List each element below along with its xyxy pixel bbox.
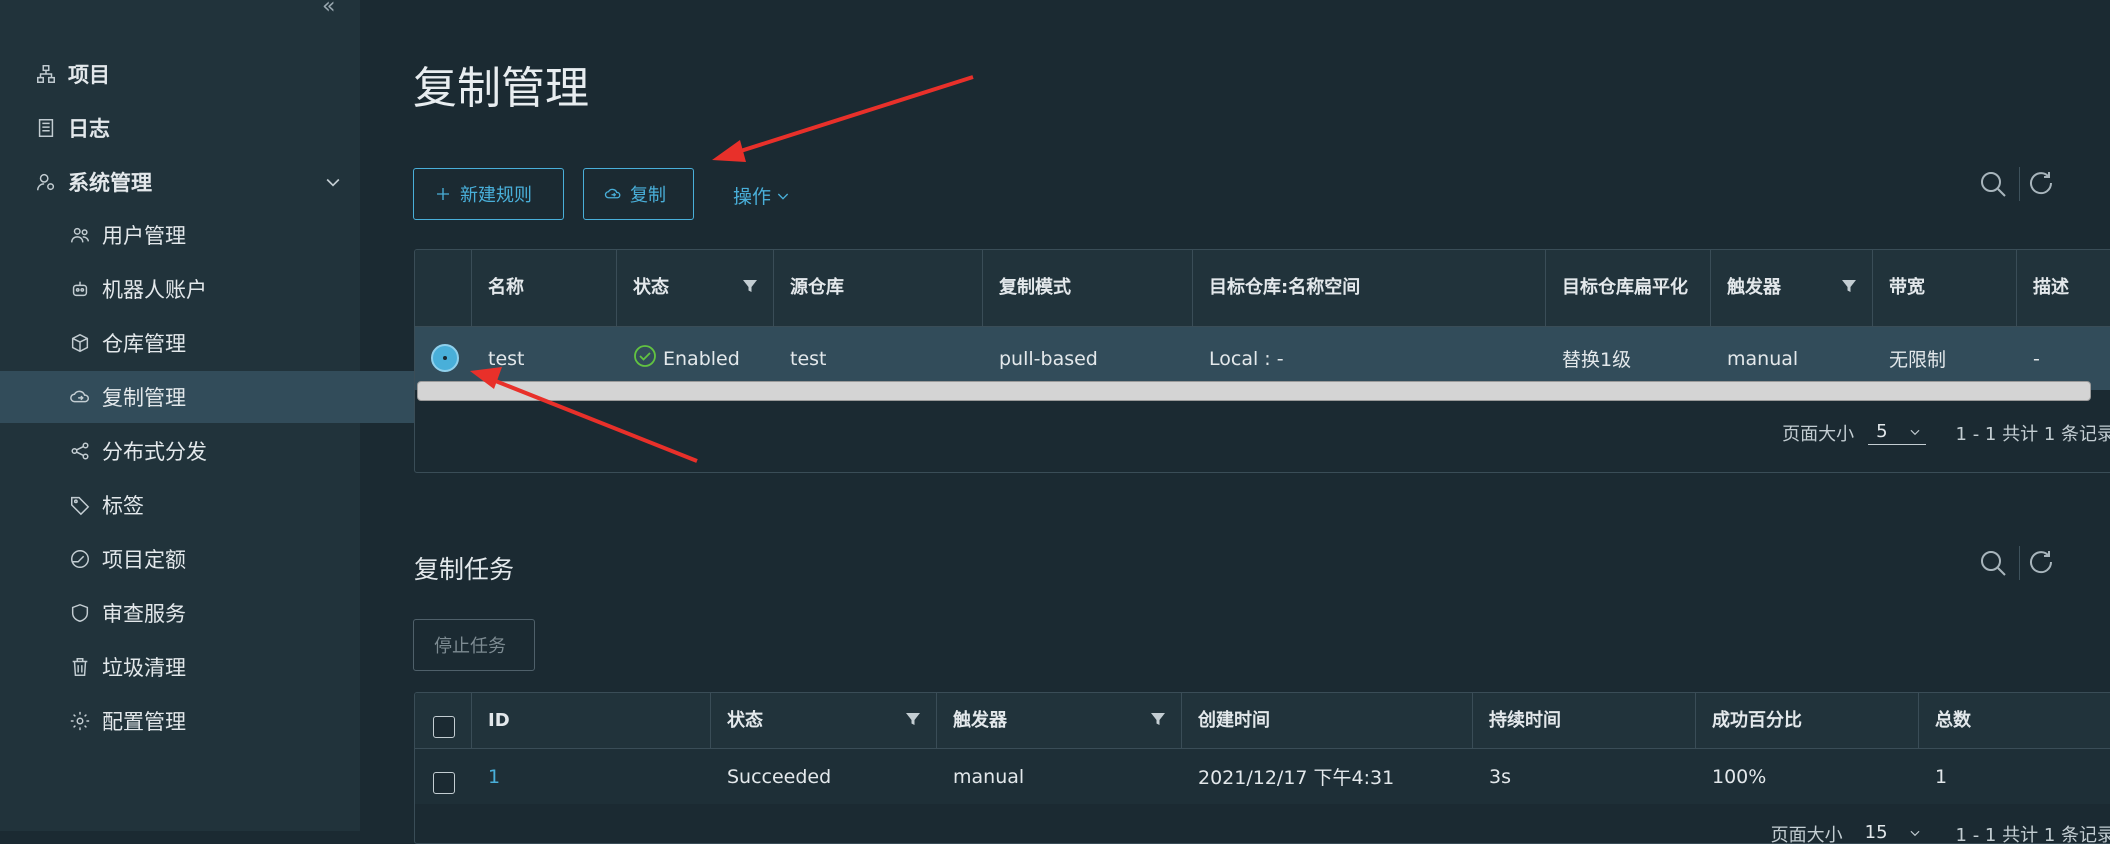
grid-header: ID 状态 触发器 创建时间 持续时间 成功百分比 总数 xyxy=(415,693,2110,749)
registry-icon xyxy=(68,331,92,355)
column-header-source[interactable]: 源仓库 xyxy=(773,250,982,326)
sidebar-item-logs[interactable]: 日志 xyxy=(0,102,394,154)
search-icon[interactable] xyxy=(1979,170,2007,198)
pagination-summary: 1 - 1 共计 1 条记录 xyxy=(1955,424,2110,445)
sidebar-item-label: 垃圾清理 xyxy=(102,656,186,680)
row-checkbox[interactable] xyxy=(433,772,455,794)
quota-icon xyxy=(68,547,92,571)
actions-dropdown[interactable]: 操作 xyxy=(733,182,791,209)
page-size-select[interactable]: 5 xyxy=(1868,421,1926,445)
plus-icon xyxy=(437,188,449,200)
filter-icon[interactable] xyxy=(1842,277,1856,299)
column-header-status[interactable]: 状态 xyxy=(616,250,773,326)
page-size-select[interactable]: 15 xyxy=(1857,822,1926,843)
sidebar-item-label: 分布式分发 xyxy=(102,440,207,464)
sidebar-item-label: 日志 xyxy=(68,117,110,141)
chevron-down-icon[interactable] xyxy=(323,172,343,197)
robot-icon xyxy=(68,277,92,301)
row-select-radio[interactable] xyxy=(431,344,459,372)
horizontal-scrollbar[interactable] xyxy=(417,381,2091,401)
replication-icon xyxy=(68,385,92,409)
main-content: 复制管理 新建规则 复制 操作 名称 状态 源仓库 复制模式 目标仓库:名称空间… xyxy=(360,0,2110,844)
filter-icon[interactable] xyxy=(1151,710,1165,732)
sidebar-item-label: 项目 xyxy=(68,63,110,87)
column-header-status[interactable]: 状态 xyxy=(710,693,936,748)
stop-task-button[interactable]: 停止任务 xyxy=(413,619,535,671)
replication-rules-grid: 名称 状态 源仓库 复制模式 目标仓库:名称空间 目标仓库扁平化 触发器 带宽 … xyxy=(414,249,2110,473)
sidebar: « 项目 日志 系统管理 用户管理 机器人账户 仓库管理 复制管理 分布式分发 … xyxy=(0,0,428,831)
chevron-down-icon xyxy=(1910,830,1920,836)
log-icon xyxy=(34,116,58,140)
sidebar-item-label: 仓库管理 xyxy=(102,332,186,356)
chevron-down-icon xyxy=(1910,429,1920,435)
distribution-icon xyxy=(68,439,92,463)
column-header-mode[interactable]: 复制模式 xyxy=(982,250,1192,326)
task-trigger-cell: manual xyxy=(953,765,1025,788)
page-size-label: 页面大小 xyxy=(1782,424,1855,445)
page-size-label: 页面大小 xyxy=(1770,825,1843,844)
new-rule-button[interactable]: 新建规则 xyxy=(413,168,564,220)
project-icon xyxy=(34,62,58,86)
column-header-duration[interactable]: 持续时间 xyxy=(1472,693,1695,748)
column-header-bandwidth[interactable]: 带宽 xyxy=(1872,250,2016,326)
column-header-flatten[interactable]: 目标仓库扁平化 xyxy=(1545,250,1710,326)
gear-icon xyxy=(68,709,92,733)
sidebar-item-label: 用户管理 xyxy=(102,224,186,248)
sidebar-item-label: 复制管理 xyxy=(102,386,186,410)
column-header-total[interactable]: 总数 xyxy=(1918,693,2110,748)
sidebar-item-label: 配置管理 xyxy=(102,710,186,734)
sidebar-item-label: 系统管理 xyxy=(68,171,152,195)
task-success-cell: 100% xyxy=(1712,765,1767,788)
page-title: 复制管理 xyxy=(413,63,589,114)
system-admin-icon xyxy=(34,170,58,194)
column-header-id[interactable]: ID xyxy=(471,693,710,748)
column-header-success-rate[interactable]: 成功百分比 xyxy=(1695,693,1918,748)
filter-icon[interactable] xyxy=(906,710,920,732)
chevron-down-icon xyxy=(777,193,789,200)
pagination-summary: 1 - 1 共计 1 条记录 xyxy=(1955,825,2110,844)
replicate-icon xyxy=(604,188,621,199)
refresh-icon[interactable] xyxy=(2028,549,2056,577)
column-header-name[interactable]: 名称 xyxy=(471,250,616,326)
sidebar-item-label: 机器人账户 xyxy=(102,278,207,302)
check-circle-icon xyxy=(633,344,663,373)
column-header-created[interactable]: 创建时间 xyxy=(1181,693,1472,748)
collapse-sidebar-icon[interactable]: « xyxy=(322,0,335,19)
users-icon xyxy=(68,223,92,247)
task-duration-cell: 3s xyxy=(1489,765,1511,788)
column-header-trigger[interactable]: 触发器 xyxy=(1710,250,1872,326)
column-header-destination[interactable]: 目标仓库:名称空间 xyxy=(1192,250,1545,326)
grid-header: 名称 状态 源仓库 复制模式 目标仓库:名称空间 目标仓库扁平化 触发器 带宽 … xyxy=(415,250,2110,327)
refresh-icon[interactable] xyxy=(2028,170,2056,198)
column-header-trigger[interactable]: 触发器 xyxy=(936,693,1181,748)
select-all-checkbox[interactable] xyxy=(433,716,455,738)
table-row[interactable]: 1 Succeeded manual 2021/12/17 下午4:31 3s … xyxy=(415,749,2110,804)
task-created-cell: 2021/12/17 下午4:31 xyxy=(1198,767,1395,789)
replicate-button[interactable]: 复制 xyxy=(583,168,694,220)
replication-tasks-grid: ID 状态 触发器 创建时间 持续时间 成功百分比 总数 1 Succeeded… xyxy=(414,692,2110,844)
section-title: 复制任务 xyxy=(414,555,515,584)
task-status-cell: Succeeded xyxy=(727,765,832,788)
task-total-cell: 1 xyxy=(1935,765,1948,788)
sidebar-item-label: 审查服务 xyxy=(102,602,186,626)
toolbar-divider xyxy=(2019,167,2020,201)
tag-icon xyxy=(68,493,92,517)
column-header-description[interactable]: 描述 xyxy=(2016,250,2110,326)
sidebar-item-projects[interactable]: 项目 xyxy=(0,48,394,100)
sidebar-item-label: 标签 xyxy=(102,494,144,518)
trash-icon xyxy=(68,655,92,679)
sidebar-item-system-admin[interactable]: 系统管理 xyxy=(0,156,394,208)
filter-icon[interactable] xyxy=(743,277,757,299)
search-icon[interactable] xyxy=(1979,549,2007,577)
shield-icon xyxy=(68,601,92,625)
task-id-link[interactable]: 1 xyxy=(471,749,500,804)
grid-footer: 页面大小 5 1 - 1 共计 1 条记录 xyxy=(1782,416,2110,450)
sidebar-item-label: 项目定额 xyxy=(102,548,186,572)
toolbar-divider xyxy=(2019,546,2020,580)
